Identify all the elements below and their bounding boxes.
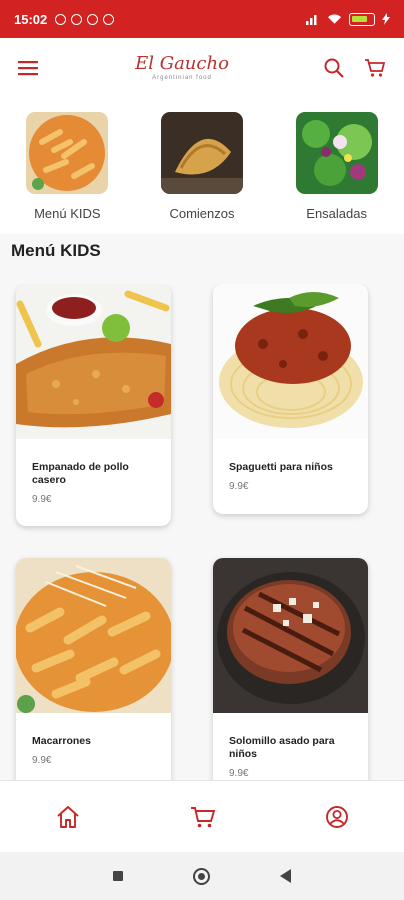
salad-photo [295,112,378,194]
category-item-ensaladas[interactable]: Ensaladas [282,112,392,234]
category-label: Menú KIDS [34,206,101,221]
category-label: Comienzos [169,206,235,221]
product-grid: Empanado de pollo casero 9.9€ Spaguetti … [0,284,404,780]
product-name: Solomillo asado para niños [229,735,335,760]
cart-icon[interactable] [190,805,216,829]
user-icon[interactable] [325,805,349,829]
cart-icon[interactable] [364,58,386,78]
breaded-chicken-photo [16,284,171,439]
category-label: Ensaladas [306,206,367,221]
product-price: 9.9€ [229,481,249,492]
notification-icon [71,13,83,25]
notification-icon [87,13,99,25]
product-price: 9.9€ [32,755,52,766]
app-header: El Gaucho Argentinian food [0,38,404,98]
wifi-icon [327,14,342,24]
category-item-menu-kids[interactable]: Menú KIDS [12,112,122,234]
notification-icon [103,13,115,25]
product-card[interactable]: Macarrones 9.9€ [16,558,171,780]
macaroni-photo [16,558,171,713]
notification-icons [55,13,115,25]
spaghetti-photo [213,284,368,439]
product-price: 9.9€ [229,768,249,779]
charging-icon [382,13,390,25]
bottom-nav [0,780,404,852]
status-time: 15:02 [14,11,48,27]
product-card[interactable]: Spaguetti para niños 9.9€ [213,284,368,514]
recents-icon[interactable] [113,871,123,881]
app-logo[interactable]: El Gaucho Argentinian food [135,53,229,82]
section-title: Menú KIDS [11,241,101,260]
product-card[interactable]: Empanado de pollo casero 9.9€ [16,284,171,526]
home-icon[interactable] [55,805,81,829]
product-price: 9.9€ [32,494,52,505]
signal-icon [306,15,317,25]
category-item-comienzos[interactable]: Comienzos [147,112,257,234]
menu-icon[interactable] [18,59,40,77]
battery-icon [349,12,375,26]
back-icon[interactable] [280,869,291,883]
system-nav-bar [0,852,404,900]
status-bar: 15:02 [0,0,404,38]
product-name: Empanado de pollo casero [32,461,129,486]
search-icon[interactable] [324,58,344,78]
product-name: Macarrones [32,735,91,747]
empanada-photo [160,112,243,194]
logo-text: El Gaucho [135,53,229,74]
logo-tagline: Argentinian food [152,75,212,81]
grilled-steak-photo [213,558,368,713]
category-list: Menú KIDS Comienzos Ensaladas [0,98,404,234]
product-card[interactable]: Solomillo asado para niños 9.9€ [213,558,368,780]
product-name: Spaguetti para niños [229,461,333,473]
home-button-icon[interactable] [193,867,210,885]
pasta-photo [26,112,109,194]
notification-icon [55,13,67,25]
